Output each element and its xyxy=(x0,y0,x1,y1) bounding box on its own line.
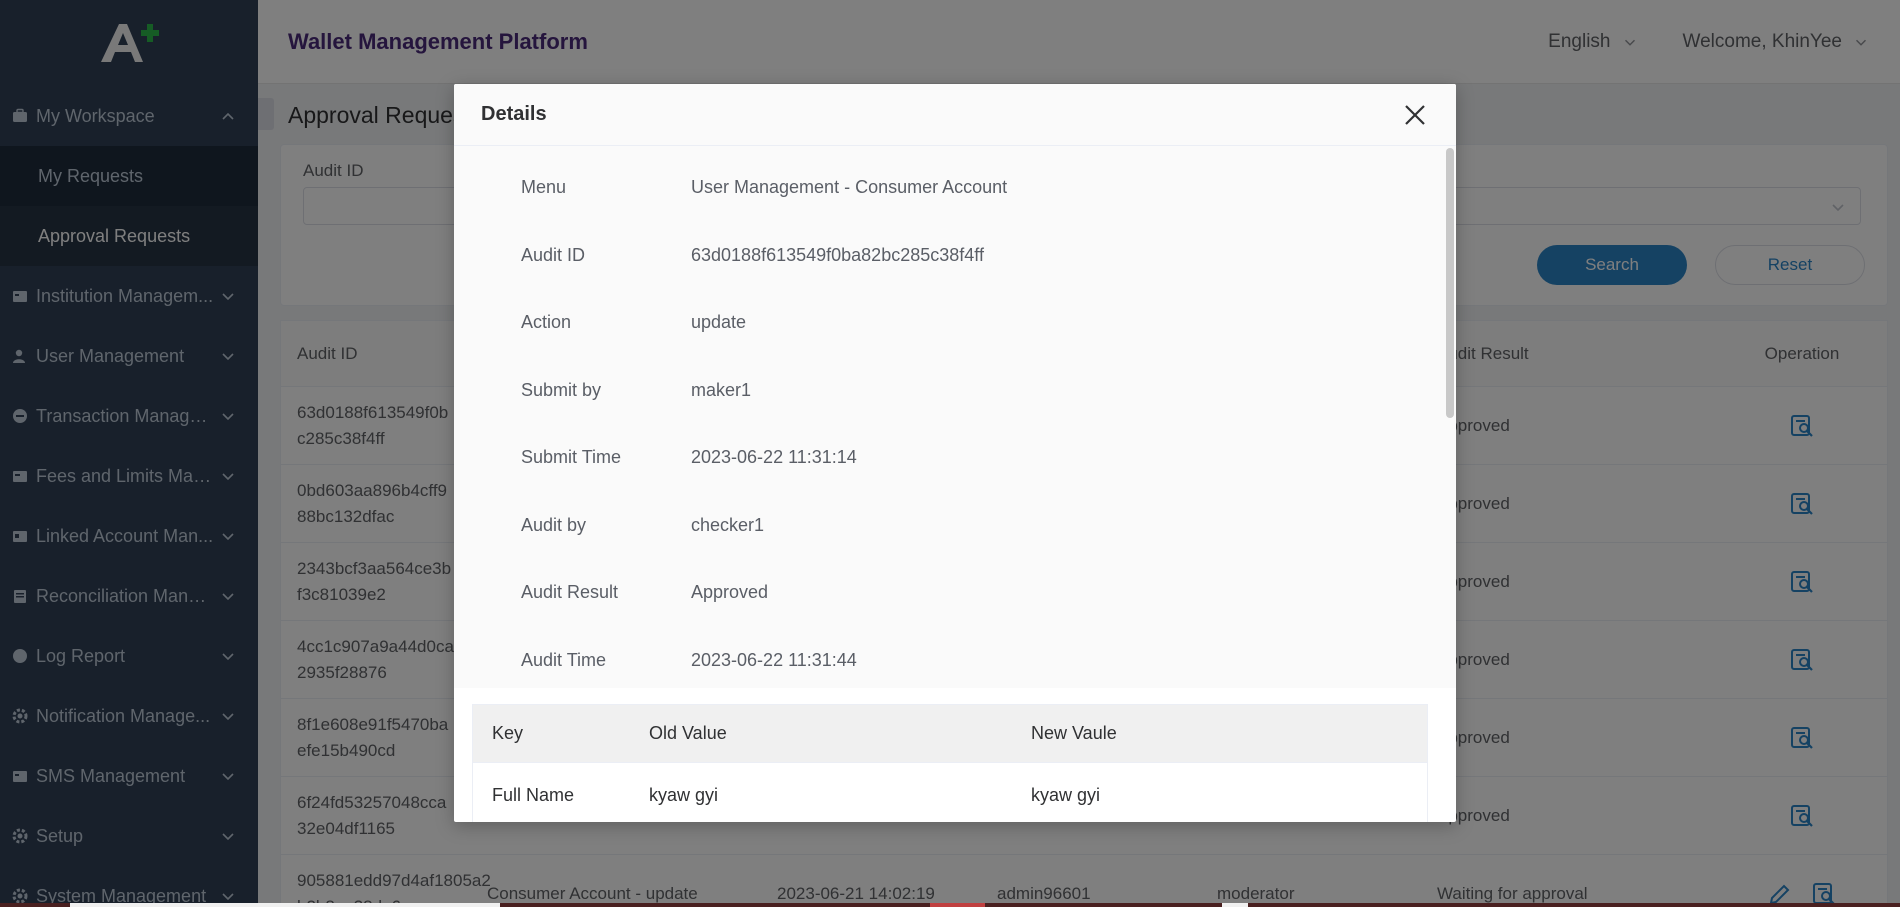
dialog-title: Details xyxy=(481,103,547,125)
detail-row-audit-result: Audit Result Approved xyxy=(454,559,1456,627)
detail-value: 63d0188f613549f0ba82bc285c38f4ff xyxy=(691,244,984,265)
change-old-cell: kyaw gyi xyxy=(649,784,719,805)
detail-row-audit-by: Audit by checker1 xyxy=(454,492,1456,560)
detail-row-audit-time: Audit Time 2023-06-22 11:31:44 xyxy=(454,627,1456,695)
detail-row-audit-id: Audit ID 63d0188f613549f0ba82bc285c38f4f… xyxy=(454,222,1456,290)
detail-value: maker1 xyxy=(691,379,752,400)
app-root: My Workspace My Requests Approval Reques… xyxy=(0,0,1900,907)
detail-value: 2023-06-22 11:31:14 xyxy=(691,447,857,468)
detail-value: User Management - Consumer Account xyxy=(691,177,1008,198)
dialog-body: Menu User Management - Consumer Account … xyxy=(454,146,1456,822)
detail-row-submit-by: Submit by maker1 xyxy=(454,357,1456,425)
detail-key: Audit Time xyxy=(521,649,607,670)
detail-key: Submit Time xyxy=(521,447,622,468)
detail-row-action: Action update xyxy=(454,289,1456,357)
detail-key: Menu xyxy=(521,177,567,198)
taskbar-strip xyxy=(0,903,1900,907)
detail-value: update xyxy=(691,312,747,333)
change-key-cell: Full Name xyxy=(492,784,575,805)
column-header-new-value: New Vaule xyxy=(1031,723,1117,743)
column-header-key: Key xyxy=(492,723,524,743)
changes-table-header: Key Old Value New Vaule xyxy=(473,705,1427,763)
column-header-old-value: Old Value xyxy=(649,723,727,743)
detail-key: Audit ID xyxy=(521,244,586,265)
detail-key: Audit Result xyxy=(521,582,619,603)
detail-key: Submit by xyxy=(521,379,602,400)
detail-list: Menu User Management - Consumer Account … xyxy=(454,146,1456,688)
detail-value: checker1 xyxy=(691,514,765,535)
detail-key: Audit by xyxy=(521,514,587,535)
detail-row-menu: Menu User Management - Consumer Account xyxy=(454,154,1456,222)
details-dialog: Details Menu User Management - Consumer … xyxy=(454,84,1456,822)
changes-table: Key Old Value New Vaule Full Name kyaw g… xyxy=(472,704,1428,822)
table-row: Full Name kyaw gyi kyaw gyi xyxy=(473,763,1427,822)
detail-value: Approved xyxy=(691,582,769,603)
dialog-scrollbar[interactable] xyxy=(1446,148,1454,418)
close-icon[interactable] xyxy=(1401,101,1429,129)
dialog-header: Details xyxy=(454,84,1456,146)
change-new-cell: kyaw gyi xyxy=(1031,784,1101,805)
detail-key: Action xyxy=(521,312,572,333)
detail-value: 2023-06-22 11:31:44 xyxy=(691,649,857,670)
detail-row-submit-time: Submit Time 2023-06-22 11:31:14 xyxy=(454,424,1456,492)
